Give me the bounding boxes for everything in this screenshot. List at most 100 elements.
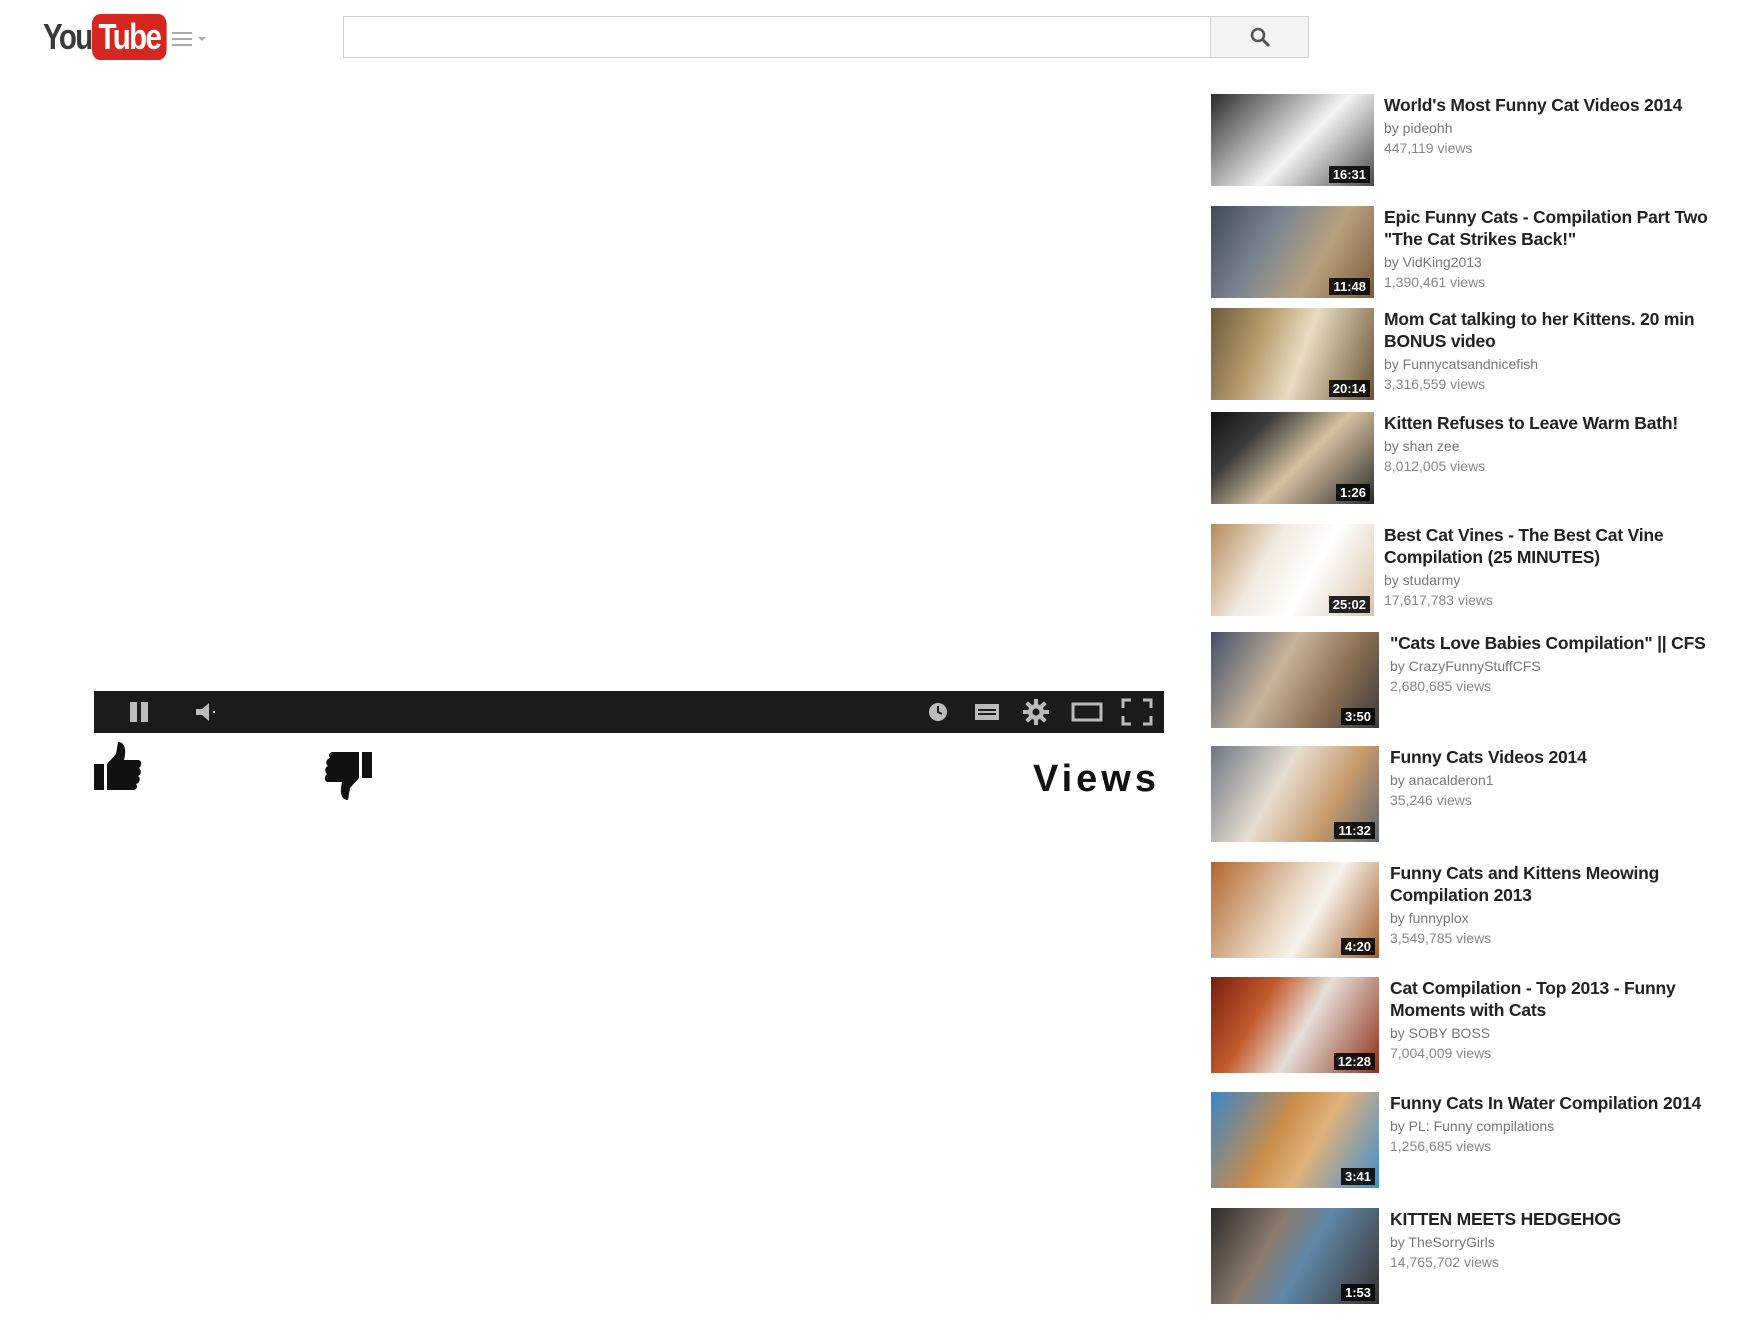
theater-mode-button[interactable] <box>1069 691 1105 733</box>
video-channel[interactable]: by studarmy <box>1384 570 1749 590</box>
video-thumbnail[interactable]: 16:31 <box>1211 94 1374 186</box>
video-view-count: 17,617,783 views <box>1384 592 1493 608</box>
video-duration: 20:14 <box>1328 380 1370 397</box>
video-meta: KITTEN MEETS HEDGEHOG by TheSorryGirls 14,… <box>1390 1208 1755 1272</box>
like-button[interactable] <box>94 740 142 797</box>
video-view-count: 14,765,702 views <box>1390 1254 1499 1270</box>
video-thumbnail[interactable]: 3:50 <box>1211 632 1379 728</box>
sidebar-video-item[interactable]: 25:02 Best Cat Vines - The Best Cat Vine … <box>1211 524 1751 618</box>
video-view-count: 1,390,461 views <box>1384 274 1486 290</box>
hamburger-menu-icon <box>172 32 192 46</box>
dislike-button[interactable] <box>324 750 372 807</box>
video-thumbnail[interactable]: 3:41 <box>1211 1092 1379 1188</box>
video-thumbnail[interactable]: 4:20 <box>1211 862 1379 958</box>
search-button[interactable] <box>1210 17 1308 57</box>
video-title-link[interactable]: Funny Cats Videos 2014 <box>1390 746 1755 768</box>
dropdown-caret-icon <box>198 37 206 41</box>
video-channel[interactable]: by pideohh <box>1384 118 1749 138</box>
video-channel[interactable]: by shan zee <box>1384 436 1749 456</box>
video-view-count: 3,549,785 views <box>1390 930 1492 946</box>
video-duration: 3:41 <box>1340 1168 1375 1185</box>
sidebar-video-item[interactable]: 20:14 Mom Cat talking to her Kittens. 20 … <box>1211 308 1751 402</box>
video-title-link[interactable]: Epic Funny Cats - Compilation Part Two "… <box>1384 206 1749 250</box>
video-title-link[interactable]: Best Cat Vines - The Best Cat Vine Compi… <box>1384 524 1749 568</box>
video-actions: Views <box>94 740 1164 800</box>
video-view-count: 1,256,685 views <box>1390 1138 1492 1154</box>
video-thumbnail[interactable]: 1:53 <box>1211 1208 1379 1304</box>
video-channel[interactable]: by CrazyFunnyStuffCFS <box>1390 656 1755 676</box>
video-thumbnail[interactable]: 1:26 <box>1211 412 1374 504</box>
video-title-link[interactable]: Mom Cat talking to her Kittens. 20 min B… <box>1384 308 1749 352</box>
video-thumbnail[interactable]: 20:14 <box>1211 308 1374 400</box>
thumbs-down-icon <box>324 752 372 800</box>
video-duration: 11:32 <box>1334 822 1375 839</box>
video-view-count: 3,316,559 views <box>1384 376 1486 392</box>
youtube-logo[interactable]: You Tube <box>43 14 184 60</box>
video-thumbnail[interactable]: 12:28 <box>1211 977 1379 1073</box>
video-title-link[interactable]: Kitten Refuses to Leave Warm Bath! <box>1384 412 1749 434</box>
volume-icon <box>196 703 215 721</box>
player-control-bar <box>94 691 1164 733</box>
sidebar-video-item[interactable]: 3:41 Funny Cats In Water Compilation 2014… <box>1211 1092 1751 1188</box>
views-label: Views <box>1032 758 1160 800</box>
video-meta: Epic Funny Cats - Compilation Part Two "… <box>1384 206 1749 292</box>
watch-later-button[interactable] <box>924 691 952 733</box>
fullscreen-button[interactable] <box>1119 691 1155 733</box>
video-duration: 25:02 <box>1328 596 1370 613</box>
sidebar-video-item[interactable]: 1:53 KITTEN MEETS HEDGEHOG by TheSorryGirl… <box>1211 1208 1751 1304</box>
video-title-link[interactable]: Cat Compilation - Top 2013 - Funny Momen… <box>1390 977 1755 1021</box>
video-title-link[interactable]: "Cats Love Babies Compilation" || CFS <box>1390 632 1755 654</box>
search-input[interactable] <box>344 17 1214 57</box>
video-thumbnail[interactable]: 11:48 <box>1211 206 1374 298</box>
settings-button[interactable] <box>1020 691 1052 733</box>
search-icon <box>1250 27 1269 47</box>
video-thumbnail[interactable]: 25:02 <box>1211 524 1374 616</box>
video-duration: 3:50 <box>1340 708 1375 725</box>
video-view-count: 7,004,009 views <box>1390 1045 1492 1061</box>
volume-button[interactable] <box>192 691 222 733</box>
pause-button[interactable] <box>124 691 154 733</box>
video-duration: 1:26 <box>1335 484 1370 501</box>
pause-icon <box>130 702 148 722</box>
video-duration: 16:31 <box>1328 166 1370 183</box>
video-channel[interactable]: by PL: Funny compilations <box>1390 1116 1755 1136</box>
captions-button[interactable] <box>971 691 1003 733</box>
video-channel[interactable]: by SOBY BOSS <box>1390 1023 1755 1043</box>
guide-menu-button[interactable] <box>172 28 212 50</box>
video-channel[interactable]: by VidKing2013 <box>1384 252 1749 272</box>
video-title-link[interactable]: Funny Cats and Kittens Meowing Compilati… <box>1390 862 1755 906</box>
sidebar-video-item[interactable]: 11:48 Epic Funny Cats - Compilation Part … <box>1211 206 1751 300</box>
video-meta: Best Cat Vines - The Best Cat Vine Compi… <box>1384 524 1749 610</box>
thumbs-up-icon <box>94 742 142 790</box>
sidebar-video-item[interactable]: 16:31 World's Most Funny Cat Videos 2014 b… <box>1211 94 1751 188</box>
video-title-link[interactable]: Funny Cats In Water Compilation 2014 <box>1390 1092 1755 1114</box>
video-view-count: 8,012,005 views <box>1384 458 1486 474</box>
gear-icon <box>1023 699 1049 725</box>
video-duration: 4:20 <box>1340 938 1375 955</box>
sidebar-video-item[interactable]: 1:26 Kitten Refuses to Leave Warm Bath! by… <box>1211 412 1751 506</box>
sidebar-video-item[interactable]: 12:28 Cat Compilation - Top 2013 - Funny … <box>1211 977 1751 1073</box>
theater-mode-icon <box>1071 702 1103 722</box>
video-channel[interactable]: by Funnycatsandnicefish <box>1384 354 1749 374</box>
video-duration: 12:28 <box>1333 1053 1375 1070</box>
video-meta: Mom Cat talking to her Kittens. 20 min B… <box>1384 308 1749 394</box>
captions-icon <box>975 704 999 720</box>
video-meta: World's Most Funny Cat Videos 2014 by pid… <box>1384 94 1749 158</box>
sidebar-video-item[interactable]: 4:20 Funny Cats and Kittens Meowing Compi… <box>1211 862 1751 958</box>
video-meta: Funny Cats In Water Compilation 2014 by P… <box>1390 1092 1755 1156</box>
video-channel[interactable]: by TheSorryGirls <box>1390 1232 1755 1252</box>
sidebar-video-item[interactable]: 11:32 Funny Cats Videos 2014 by anacaldero… <box>1211 746 1751 842</box>
video-channel[interactable]: by anacalderon1 <box>1390 770 1755 790</box>
video-meta: "Cats Love Babies Compilation" || CFS by … <box>1390 632 1755 696</box>
sidebar-video-item[interactable]: 3:50 "Cats Love Babies Compilation" || CF… <box>1211 632 1751 728</box>
clock-icon <box>929 703 947 721</box>
video-meta: Funny Cats Videos 2014 by anacalderon1 35,… <box>1390 746 1755 810</box>
video-meta: Kitten Refuses to Leave Warm Bath! by sha… <box>1384 412 1749 476</box>
video-title-link[interactable]: World's Most Funny Cat Videos 2014 <box>1384 94 1749 116</box>
video-title-link[interactable]: KITTEN MEETS HEDGEHOG <box>1390 1208 1755 1230</box>
video-thumbnail[interactable]: 11:32 <box>1211 746 1379 842</box>
logo-tube-text: Tube <box>92 14 168 60</box>
video-view-count: 2,680,685 views <box>1390 678 1492 694</box>
video-duration: 11:48 <box>1329 278 1370 295</box>
video-channel[interactable]: by funnyplox <box>1390 908 1755 928</box>
